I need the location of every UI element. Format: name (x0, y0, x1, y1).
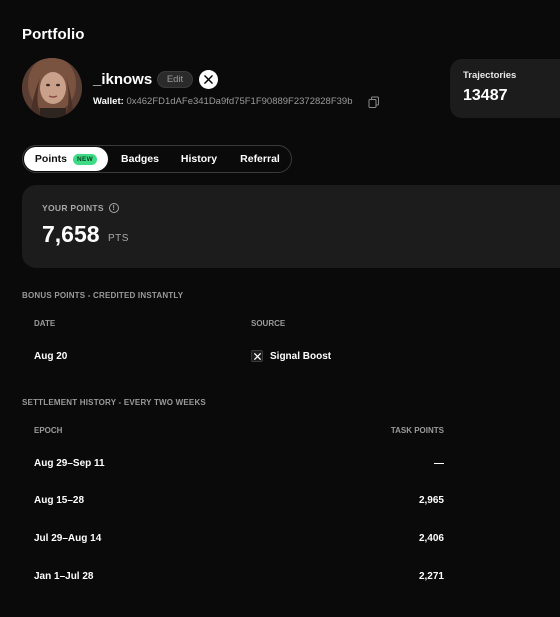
settlement-row-points: 2,965 (418, 495, 444, 506)
settlement-col-epoch: EPOCH (34, 426, 63, 435)
points-label: YOUR POINTS ! (42, 203, 119, 213)
tab-referral[interactable]: Referral (229, 146, 291, 172)
portfolio-tabs: Points NEW Badges History Referral (22, 145, 292, 173)
trajectories-card: Trajectories 13487 (450, 59, 560, 118)
portfolio-page: Portfolio _iknows Edit Wallet: 0x462FD1d… (0, 0, 560, 617)
wallet-row: Wallet: 0x462FD1dAFe341Da9fd75F1F90889F2… (93, 96, 353, 107)
points-label-text: YOUR POINTS (42, 203, 104, 213)
settlement-row-points: — (434, 458, 444, 469)
bonus-col-source: SOURCE (251, 319, 286, 328)
settlement-row-epoch: Aug 15–28 (34, 495, 85, 506)
tab-points-label: Points (34, 153, 67, 165)
copy-icon[interactable] (368, 95, 380, 108)
tab-history[interactable]: History (171, 146, 227, 172)
new-badge: NEW (73, 153, 98, 165)
x-logo-icon[interactable] (199, 70, 218, 89)
tab-badges-label: Badges (121, 153, 159, 165)
points-card: YOUR POINTS ! 7,658 PTS (22, 185, 560, 268)
settlement-row-epoch: Aug 29–Sep 11 (34, 458, 105, 469)
tab-history-label: History (180, 153, 218, 165)
bonus-row-source: Signal Boost (270, 351, 332, 362)
wallet-label: Wallet: (93, 96, 124, 107)
points-value: 7,658 (42, 221, 100, 247)
tab-referral-label: Referral (240, 153, 280, 165)
avatar[interactable] (22, 58, 82, 118)
username: _iknows (93, 71, 153, 88)
edit-profile-button[interactable]: Edit (157, 71, 193, 88)
tab-badges[interactable]: Badges (111, 146, 169, 172)
tab-points[interactable]: Points NEW (24, 147, 108, 171)
bonus-section-title: BONUS POINTS - CREDITED INSTANTLY (22, 291, 184, 300)
trajectories-value: 13487 (463, 87, 508, 104)
page-title: Portfolio (22, 26, 85, 43)
wallet-address: 0x462FD1dAFe341Da9fd75F1F90889F2372828F3… (126, 96, 353, 107)
settlement-row-points: 2,271 (418, 571, 444, 582)
info-icon[interactable]: ! (108, 203, 119, 213)
bonus-col-date: DATE (34, 319, 56, 328)
settlement-row-epoch: Jul 29–Aug 14 (34, 533, 102, 544)
x-logo-icon (251, 350, 263, 362)
settlement-row-points: 2,406 (418, 533, 444, 544)
settlement-section-title: SETTLEMENT HISTORY - EVERY TWO WEEKS (22, 398, 206, 407)
settlement-row-epoch: Jan 1–Jul 28 (34, 571, 94, 582)
bonus-row-date: Aug 20 (34, 351, 68, 362)
settlement-col-task-points: TASK POINTS (390, 426, 444, 435)
trajectories-label: Trajectories (463, 70, 517, 81)
points-unit: PTS (108, 233, 129, 244)
